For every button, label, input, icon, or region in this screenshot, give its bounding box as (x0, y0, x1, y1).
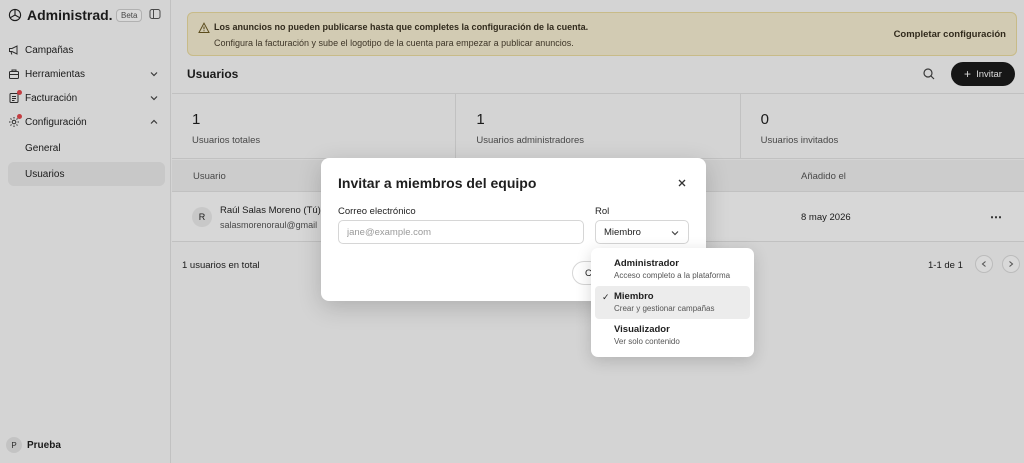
role-label: Rol (595, 206, 610, 217)
role-option-title: Miembro (614, 291, 654, 302)
role-option-description: Acceso completo a la plataforma (614, 271, 731, 280)
role-option-description: Ver solo contenido (614, 337, 680, 346)
role-option-miembro[interactable]: ✓ Miembro Crear y gestionar campañas (595, 286, 750, 319)
check-icon: ✓ (602, 292, 610, 302)
role-option-visualizador[interactable]: Visualizador Ver solo contenido (595, 319, 750, 352)
role-option-title: Administrador (614, 258, 679, 269)
email-field[interactable] (338, 220, 584, 244)
role-option-administrador[interactable]: Administrador Acceso completo a la plata… (595, 253, 750, 286)
email-label: Correo electrónico (338, 206, 416, 217)
close-icon[interactable] (677, 178, 687, 188)
chevron-down-icon (670, 228, 680, 238)
role-option-description: Crear y gestionar campañas (614, 304, 715, 313)
role-option-title: Visualizador (614, 324, 670, 335)
dialog-title: Invitar a miembros del equipo (338, 175, 537, 191)
role-select[interactable]: Miembro (595, 220, 689, 244)
role-dropdown-menu: Administrador Acceso completo a la plata… (591, 248, 754, 357)
role-select-value: Miembro (604, 226, 641, 238)
